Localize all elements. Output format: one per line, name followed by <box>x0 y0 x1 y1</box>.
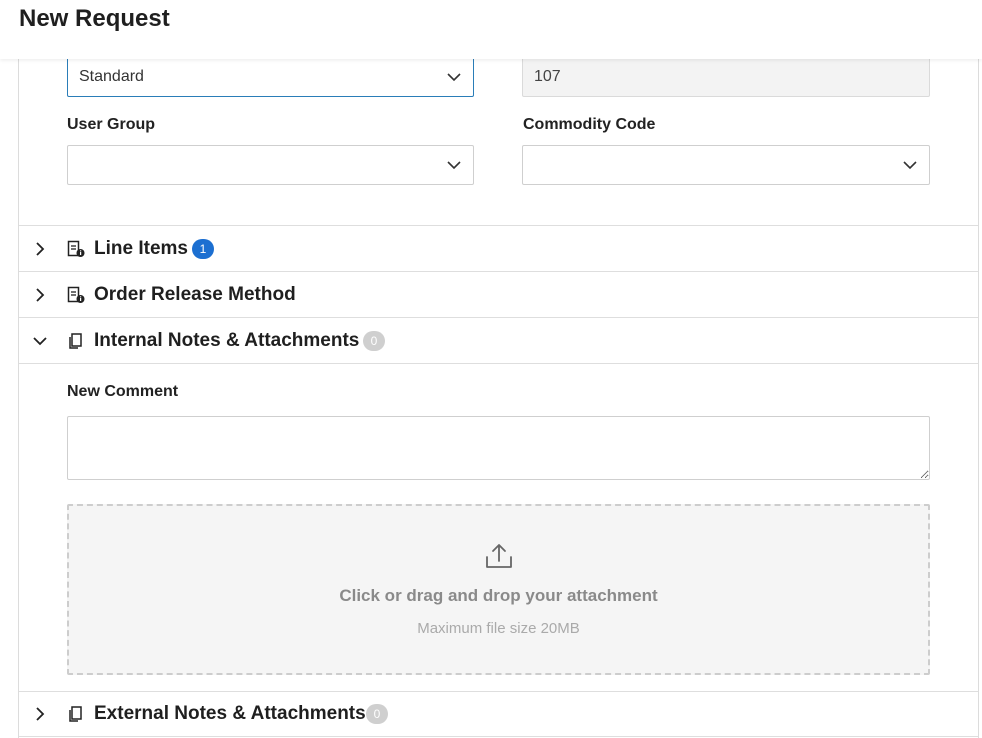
new-comment-textarea[interactable] <box>67 416 930 480</box>
section-line-items[interactable]: Line Items 1 <box>19 225 978 271</box>
document-info-icon <box>67 286 85 303</box>
commodity-code-select[interactable] <box>522 145 930 185</box>
document-info-icon <box>67 240 85 257</box>
chevron-down-icon <box>447 73 461 82</box>
line-items-count-badge: 1 <box>192 238 214 259</box>
section-internal-notes[interactable]: Internal Notes & Attachments 0 <box>19 317 978 364</box>
upload-icon <box>485 544 512 568</box>
user-group-label: User Group <box>67 116 156 133</box>
dropzone-max-size: Maximum file size 20MB <box>417 620 580 637</box>
attachment-dropzone[interactable]: Click or drag and drop your attachment M… <box>67 504 930 675</box>
chevron-down-icon[interactable] <box>33 334 47 348</box>
section-title: Order Release Method <box>94 283 296 305</box>
new-comment-label: New Comment <box>67 383 179 400</box>
chevron-right-icon[interactable] <box>33 287 47 302</box>
request-number-value: 107 <box>534 68 561 85</box>
section-order-release-method[interactable]: Order Release Method <box>19 271 978 317</box>
section-external-notes[interactable]: External Notes & Attachments 0 <box>19 691 978 737</box>
chevron-down-icon <box>903 161 917 170</box>
request-number-field: 107 <box>522 57 930 97</box>
copy-icon <box>69 332 82 349</box>
page-title: New Request <box>19 5 170 32</box>
commodity-code-label: Commodity Code <box>523 116 656 133</box>
chevron-down-icon <box>447 161 461 170</box>
section-title: Line Items <box>94 237 188 259</box>
user-group-select[interactable] <box>67 145 474 185</box>
external-notes-count-badge: 0 <box>366 704 388 724</box>
request-type-value: Standard <box>79 68 144 85</box>
page-header: New Request <box>0 0 982 59</box>
section-title: Internal Notes & Attachments <box>94 329 360 351</box>
dropzone-instruction: Click or drag and drop your attachment <box>339 586 658 605</box>
copy-icon <box>69 706 82 722</box>
section-title: External Notes & Attachments <box>94 703 366 724</box>
chevron-right-icon[interactable] <box>33 707 47 721</box>
internal-notes-count-badge: 0 <box>363 330 385 351</box>
chevron-right-icon[interactable] <box>33 241 47 256</box>
request-type-select[interactable]: Standard <box>67 57 474 97</box>
